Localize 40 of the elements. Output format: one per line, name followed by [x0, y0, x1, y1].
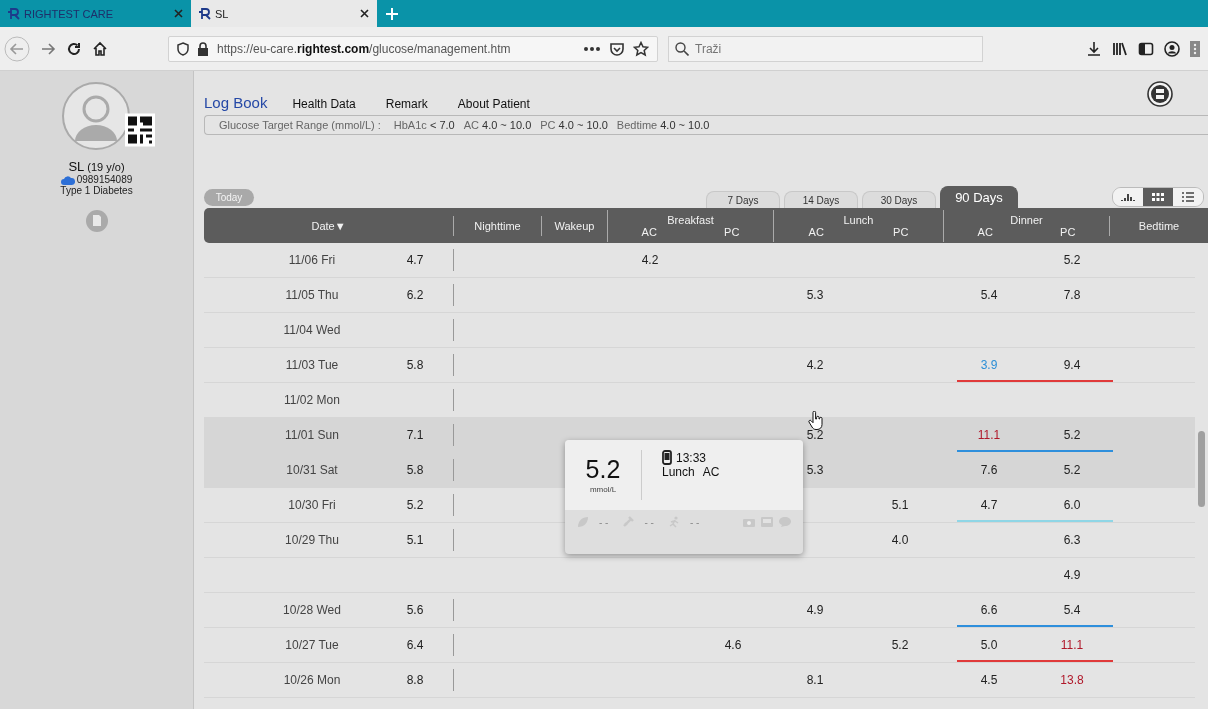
target-range-item: PC 4.0 ~ 10.0 [540, 119, 608, 131]
target-range-item: HbA1c < 7.0 [393, 119, 455, 131]
column-header: Breakfast [667, 213, 714, 226]
date-cell-text: 10/31 Sat [285, 463, 339, 477]
patient-age: (19 y/o) [87, 161, 125, 173]
date-cell-text: 11/05 Thu [284, 288, 340, 302]
date-cell-text: 11/02 Mon [283, 393, 341, 407]
date-cell-text: 11/04 Wed [282, 323, 342, 337]
reading-meal: Lunch [662, 465, 695, 479]
date-cell-text: 11/03 Tue [284, 358, 340, 372]
date-cell-text: 11/06 Fri [287, 253, 337, 267]
patient-phone: 0989154089 [76, 174, 133, 185]
column-subheader: PC [893, 225, 909, 238]
column-header: Bedtime [1138, 219, 1180, 232]
column-subheader: AC [977, 225, 993, 238]
target-range-item: AC 4.0 ~ 10.0 [463, 119, 532, 131]
column-subheader: PC [1060, 225, 1076, 238]
reading-unit: mmol/L [589, 484, 617, 494]
date-cell-text: 11/01 Sun [284, 428, 340, 442]
date-cell-text: 10/28 Wed [282, 603, 342, 617]
date-cell-text: 10/26 Mon [282, 673, 342, 687]
column-header: Wakeup [554, 219, 595, 232]
reading-timing: AC [702, 465, 720, 479]
tab-title: SL [215, 7, 229, 20]
column-header: Dinner [1010, 213, 1043, 226]
column-subheader: AC [641, 225, 657, 238]
column-subheader: PC [724, 225, 740, 238]
date-cell-text: 10/27 Tue [284, 638, 340, 652]
target-range-label: Glucose Target Range (mmol/L) : [219, 119, 381, 131]
patient-condition: Type 1 Diabetes [60, 185, 133, 196]
reading-value: 5.2 [585, 456, 621, 482]
reading-time: 13:33 [676, 451, 707, 465]
column-subheader: AC [808, 225, 824, 238]
target-range-item: Bedtime 4.0 ~ 10.0 [616, 119, 710, 131]
column-header: Lunch [843, 213, 874, 226]
column-header: Nighttime [474, 219, 521, 232]
date-cell-text: 10/29 Thu [284, 533, 340, 547]
tab-title: RIGHTEST CARE [24, 7, 114, 20]
patient-name: SL [68, 159, 85, 174]
date-cell-text: 10/30 Fri [287, 498, 337, 512]
